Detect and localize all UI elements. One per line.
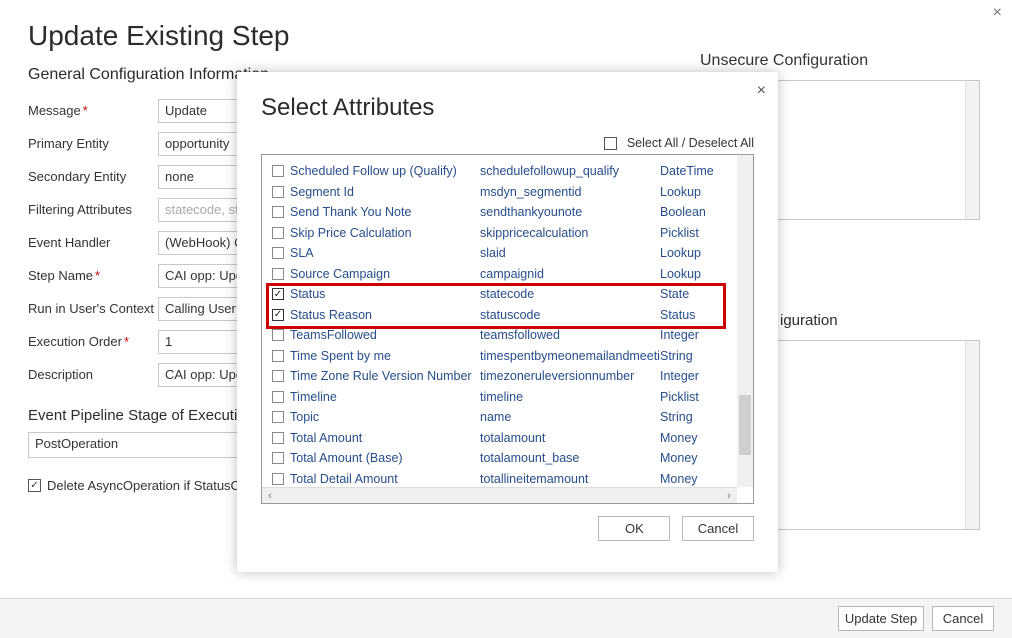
attribute-schema-name: statecode [480,287,660,301]
attribute-display: Total Amount (Base) [290,451,480,465]
attribute-type: State [660,287,730,301]
attribute-checkbox[interactable] [272,329,284,341]
scroll-right-icon[interactable]: › [721,488,737,503]
attribute-display: Scheduled Follow up (Qualify) [290,164,480,178]
attribute-type: Picklist [660,390,730,404]
attribute-display: Total Detail Amount [290,472,480,486]
attribute-checkbox[interactable] [272,411,284,423]
attribute-display: Topic [290,410,480,424]
attribute-schema-name: teamsfollowed [480,328,660,342]
select-attributes-modal: × Select Attributes Select All / Deselec… [237,72,778,572]
attribute-display: Total Amount [290,431,480,445]
attribute-row[interactable]: TopicnameString [272,407,735,428]
attribute-row[interactable]: TimelinetimelinePicklist [272,387,735,408]
attribute-row[interactable]: Time Zone Rule Version Numbertimezonerul… [272,366,735,387]
attribute-schema-name: campaignid [480,267,660,281]
attribute-type: Integer [660,369,730,383]
attribute-checkbox[interactable] [272,227,284,239]
attribute-schema-name: timespentbymeonemailandmeeti [480,349,660,363]
attribute-row[interactable]: Total AmounttotalamountMoney [272,428,735,449]
horizontal-scrollbar[interactable]: ‹ › [262,487,737,503]
attribute-row[interactable]: Time Spent by metimespentbymeonemailandm… [272,346,735,367]
select-all-checkbox[interactable] [604,137,617,150]
attribute-type: Money [660,431,730,445]
attribute-schema-name: slaid [480,246,660,260]
attribute-type: DateTime [660,164,730,178]
ok-button[interactable]: OK [598,516,670,541]
attributes-list: Scheduled Follow up (Qualify)schedulefol… [261,154,754,504]
attribute-schema-name: totalamount_base [480,451,660,465]
attribute-type: Lookup [660,246,730,260]
attribute-type: Money [660,472,730,486]
attribute-type: Picklist [660,226,730,240]
attribute-schema-name: totalamount [480,431,660,445]
attribute-display: Timeline [290,390,480,404]
footer-bar: Update Step Cancel [0,598,1012,638]
attribute-display: Time Spent by me [290,349,480,363]
attribute-row[interactable]: SLAslaidLookup [272,243,735,264]
attribute-checkbox[interactable] [272,268,284,280]
attribute-schema-name: msdyn_segmentid [480,185,660,199]
attribute-checkbox[interactable] [272,165,284,177]
attribute-schema-name: totallineitemamount [480,472,660,486]
attribute-schema-name: statuscode [480,308,660,322]
attribute-checkbox[interactable] [272,370,284,382]
attribute-schema-name: name [480,410,660,424]
attribute-display: Status Reason [290,308,480,322]
attribute-display: Source Campaign [290,267,480,281]
footer-cancel-button[interactable]: Cancel [932,606,994,631]
attribute-display: Send Thank You Note [290,205,480,219]
attribute-checkbox[interactable] [272,206,284,218]
attribute-row[interactable]: Total Detail AmounttotallineitemamountMo… [272,469,735,490]
vertical-scrollbar[interactable] [737,155,753,487]
scroll-left-icon[interactable]: ‹ [262,488,278,503]
attribute-type: Money [660,451,730,465]
attribute-row[interactable]: Skip Price Calculationskippricecalculati… [272,223,735,244]
attribute-checkbox[interactable] [272,473,284,485]
attribute-checkbox[interactable] [272,432,284,444]
select-all-label: Select All / Deselect All [627,136,754,150]
update-step-button[interactable]: Update Step [838,606,924,631]
attribute-type: String [660,410,730,424]
attribute-row[interactable]: StatusstatecodeState [272,284,735,305]
modal-close-icon[interactable]: × [757,82,766,100]
modal-title: Select Attributes [261,94,754,122]
attribute-display: Status [290,287,480,301]
attribute-display: SLA [290,246,480,260]
attribute-display: Skip Price Calculation [290,226,480,240]
attribute-row[interactable]: Source CampaigncampaignidLookup [272,264,735,285]
attribute-row[interactable]: Status ReasonstatuscodeStatus [272,305,735,326]
cancel-button[interactable]: Cancel [682,516,754,541]
attribute-checkbox[interactable] [272,391,284,403]
attribute-type: Lookup [660,267,730,281]
attribute-schema-name: skippricecalculation [480,226,660,240]
attribute-type: Status [660,308,730,322]
attribute-checkbox[interactable] [272,247,284,259]
attribute-schema-name: timeline [480,390,660,404]
attribute-row[interactable]: TeamsFollowedteamsfollowedInteger [272,325,735,346]
attribute-row[interactable]: Scheduled Follow up (Qualify)schedulefol… [272,161,735,182]
attribute-checkbox[interactable] [272,350,284,362]
attribute-display: Time Zone Rule Version Number [290,369,480,383]
attribute-row[interactable]: Segment Idmsdyn_segmentidLookup [272,182,735,203]
attribute-display: TeamsFollowed [290,328,480,342]
attribute-row[interactable]: Send Thank You NotesendthankyounoteBoole… [272,202,735,223]
attribute-schema-name: sendthankyounote [480,205,660,219]
attribute-row[interactable]: Total Amount (Base)totalamount_baseMoney [272,448,735,469]
attribute-checkbox[interactable] [272,452,284,464]
attribute-type: Lookup [660,185,730,199]
attribute-checkbox[interactable] [272,288,284,300]
attribute-type: Integer [660,328,730,342]
attribute-display: Segment Id [290,185,480,199]
attribute-checkbox[interactable] [272,186,284,198]
attribute-type: Boolean [660,205,730,219]
attribute-schema-name: schedulefollowup_qualify [480,164,660,178]
attribute-checkbox[interactable] [272,309,284,321]
attribute-schema-name: timezoneruleversionnumber [480,369,660,383]
attribute-type: String [660,349,730,363]
